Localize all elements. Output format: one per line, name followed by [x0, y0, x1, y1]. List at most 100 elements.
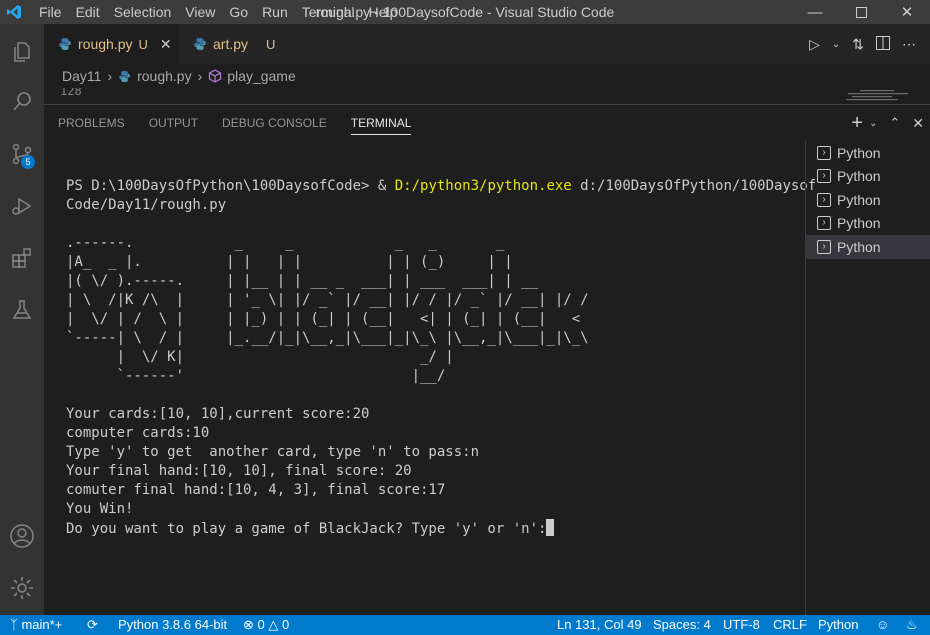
- prompt-suffix: d:/100DaysOfPython/100Daysof: [571, 178, 817, 194]
- editor-actions: ▷ ⌄ ⇅ ⋯: [805, 24, 920, 64]
- terminal-cursor: [546, 519, 555, 536]
- source-control-icon[interactable]: 5: [0, 132, 44, 176]
- terminal-instance[interactable]: › Python: [806, 188, 930, 212]
- menu-edit[interactable]: Edit: [69, 0, 107, 24]
- tab-problems[interactable]: PROBLEMS: [58, 105, 125, 141]
- branch-status[interactable]: ᛉ main*+: [10, 615, 62, 635]
- prompt-line-2: Code/Day11/rough.py: [66, 197, 227, 213]
- run-python-icon[interactable]: ▷: [805, 36, 824, 53]
- notifications-bell-icon[interactable]: ♨: [906, 615, 918, 635]
- source-control-badge: 5: [21, 155, 35, 169]
- ascii-art-line: |( \/ ).-----. | |__ | | __ _ ___| | ___…: [66, 273, 539, 289]
- compare-changes-icon[interactable]: ⇅: [848, 36, 868, 53]
- input-prompt-line: Do you want to play a game of BlackJack?…: [66, 519, 796, 539]
- tab-label: rough.py: [78, 36, 133, 52]
- encoding[interactable]: UTF-8: [723, 615, 760, 635]
- warning-count: 0: [282, 617, 290, 632]
- panel-tab-bar: PROBLEMS OUTPUT DEBUG CONSOLE TERMINAL: [44, 105, 804, 141]
- settings-gear-icon[interactable]: [0, 566, 44, 610]
- explorer-icon[interactable]: [0, 30, 44, 74]
- prompt-prefix: PS D:\100DaysOfPython\100DaysofCode> &: [66, 178, 395, 194]
- run-debug-icon[interactable]: [0, 184, 44, 228]
- more-actions-icon[interactable]: ⋯: [898, 36, 920, 53]
- warning-icon: △: [268, 617, 279, 632]
- tab-art-py[interactable]: art.py U: [179, 24, 289, 64]
- prompt-line: PS D:\100DaysOfPython\100DaysofCode> & D…: [66, 177, 816, 196]
- problems-status[interactable]: ⊗ 0 △ 0: [243, 615, 289, 635]
- vscode-logo-icon: [0, 0, 28, 24]
- terminal-instance-label: Python: [837, 238, 881, 255]
- breadcrumb-folder[interactable]: Day11: [62, 68, 101, 84]
- close-tab-icon[interactable]: ✕: [160, 36, 172, 53]
- menu-file[interactable]: File: [32, 0, 69, 24]
- terminal-instance-selected[interactable]: › Python: [806, 235, 930, 259]
- search-icon[interactable]: [0, 80, 44, 124]
- ascii-art-line: `-----| \ / | |_.__/|_|\__,_|\___|_|\_\ …: [66, 330, 589, 346]
- end-of-line[interactable]: CRLF: [773, 615, 807, 635]
- minimize-icon[interactable]: —: [792, 0, 838, 24]
- breadcrumb-symbol[interactable]: play_game: [208, 68, 296, 84]
- ascii-art-line: .------. _ _ _ _ _: [66, 235, 505, 251]
- tab-rough-py[interactable]: rough.py U ✕: [44, 24, 179, 64]
- terminal-instance[interactable]: › Python: [806, 212, 930, 236]
- account-icon[interactable]: [0, 514, 44, 558]
- terminal-icon: ›: [817, 145, 831, 160]
- ascii-art-line: | \/ | / \ | | |_) | | (_| | (__| <| | (…: [66, 311, 581, 327]
- terminal-instance[interactable]: › Python: [806, 165, 930, 189]
- feedback-icon[interactable]: ☺: [876, 615, 889, 635]
- terminal-output[interactable]: PS D:\100DaysOfPython\100DaysofCode> & D…: [66, 177, 816, 539]
- terminal-instance[interactable]: › Python: [806, 141, 930, 165]
- tab-label: art.py: [213, 36, 249, 52]
- language-mode[interactable]: Python: [818, 615, 858, 635]
- chevron-right-icon: ›: [197, 68, 203, 84]
- chevron-down-icon[interactable]: ⌄: [869, 118, 883, 129]
- python-file-icon: [119, 70, 130, 82]
- output-line: comuter final hand:[10, 4, 3], final sco…: [66, 482, 446, 498]
- ascii-art-line: `------' |__/: [66, 368, 446, 384]
- terminal-instance-label: Python: [837, 215, 881, 232]
- menu-help[interactable]: Help: [362, 0, 405, 24]
- maximize-icon[interactable]: [838, 0, 884, 24]
- minimap: [846, 90, 908, 101]
- breadcrumb: Day11 › rough.py › play_game: [44, 64, 930, 88]
- editor-tab-bar: rough.py U ✕ art.py U ▷ ⌄ ⇅ ⋯: [44, 24, 930, 64]
- activity-bar: 5: [0, 24, 44, 615]
- indentation[interactable]: Spaces: 4: [653, 615, 711, 635]
- untracked-badge: U: [138, 36, 148, 52]
- editor-visible-strip: 128: [44, 88, 930, 104]
- output-line: Type 'y' to get another card, type 'n' t…: [66, 444, 480, 460]
- python-interpreter[interactable]: Python 3.8.6 64-bit: [118, 615, 227, 635]
- python-exe-path: D:/python3/python.exe: [394, 178, 572, 194]
- branch-label: main*+: [21, 617, 63, 632]
- maximize-panel-icon[interactable]: ⌃: [883, 115, 906, 131]
- tab-terminal[interactable]: TERMINAL: [350, 105, 411, 141]
- close-window-icon[interactable]: ✕: [884, 0, 930, 24]
- chevron-right-icon: ›: [107, 68, 113, 84]
- extensions-icon[interactable]: [0, 236, 44, 280]
- terminal-instance-list: › Python › Python › Python › Python › Python: [805, 141, 930, 616]
- menu-terminal[interactable]: Terminal: [295, 0, 362, 24]
- split-editor-icon[interactable]: [872, 35, 894, 53]
- testing-icon[interactable]: [0, 288, 44, 332]
- cursor-position[interactable]: Ln 131, Col 49: [557, 615, 642, 635]
- untracked-badge: U: [266, 36, 276, 52]
- terminal-instance-label: Python: [837, 144, 881, 161]
- new-terminal-icon[interactable]: +: [845, 112, 869, 135]
- breadcrumb-file[interactable]: rough.py: [118, 68, 192, 84]
- chevron-down-icon[interactable]: ⌄: [828, 39, 844, 50]
- bottom-panel: PROBLEMS OUTPUT DEBUG CONSOLE TERMINAL +…: [44, 104, 930, 616]
- terminal-instance-label: Python: [837, 191, 881, 208]
- menu-run[interactable]: Run: [255, 0, 295, 24]
- tab-debug-console[interactable]: DEBUG CONSOLE: [222, 105, 327, 141]
- sync-icon[interactable]: ⟳: [87, 615, 98, 635]
- breadcrumb-file-label: rough.py: [137, 68, 192, 84]
- output-line: Your cards:[10, 10],current score:20: [66, 406, 370, 422]
- menu-selection[interactable]: Selection: [107, 0, 179, 24]
- output-line: You Win!: [66, 501, 134, 517]
- terminal-icon: ›: [817, 239, 831, 254]
- close-panel-icon[interactable]: ✕: [906, 115, 930, 132]
- menu-view[interactable]: View: [178, 0, 222, 24]
- menu-go[interactable]: Go: [222, 0, 255, 24]
- menu-bar: File Edit Selection View Go Run Terminal…: [32, 0, 404, 24]
- tab-output[interactable]: OUTPUT: [149, 105, 198, 141]
